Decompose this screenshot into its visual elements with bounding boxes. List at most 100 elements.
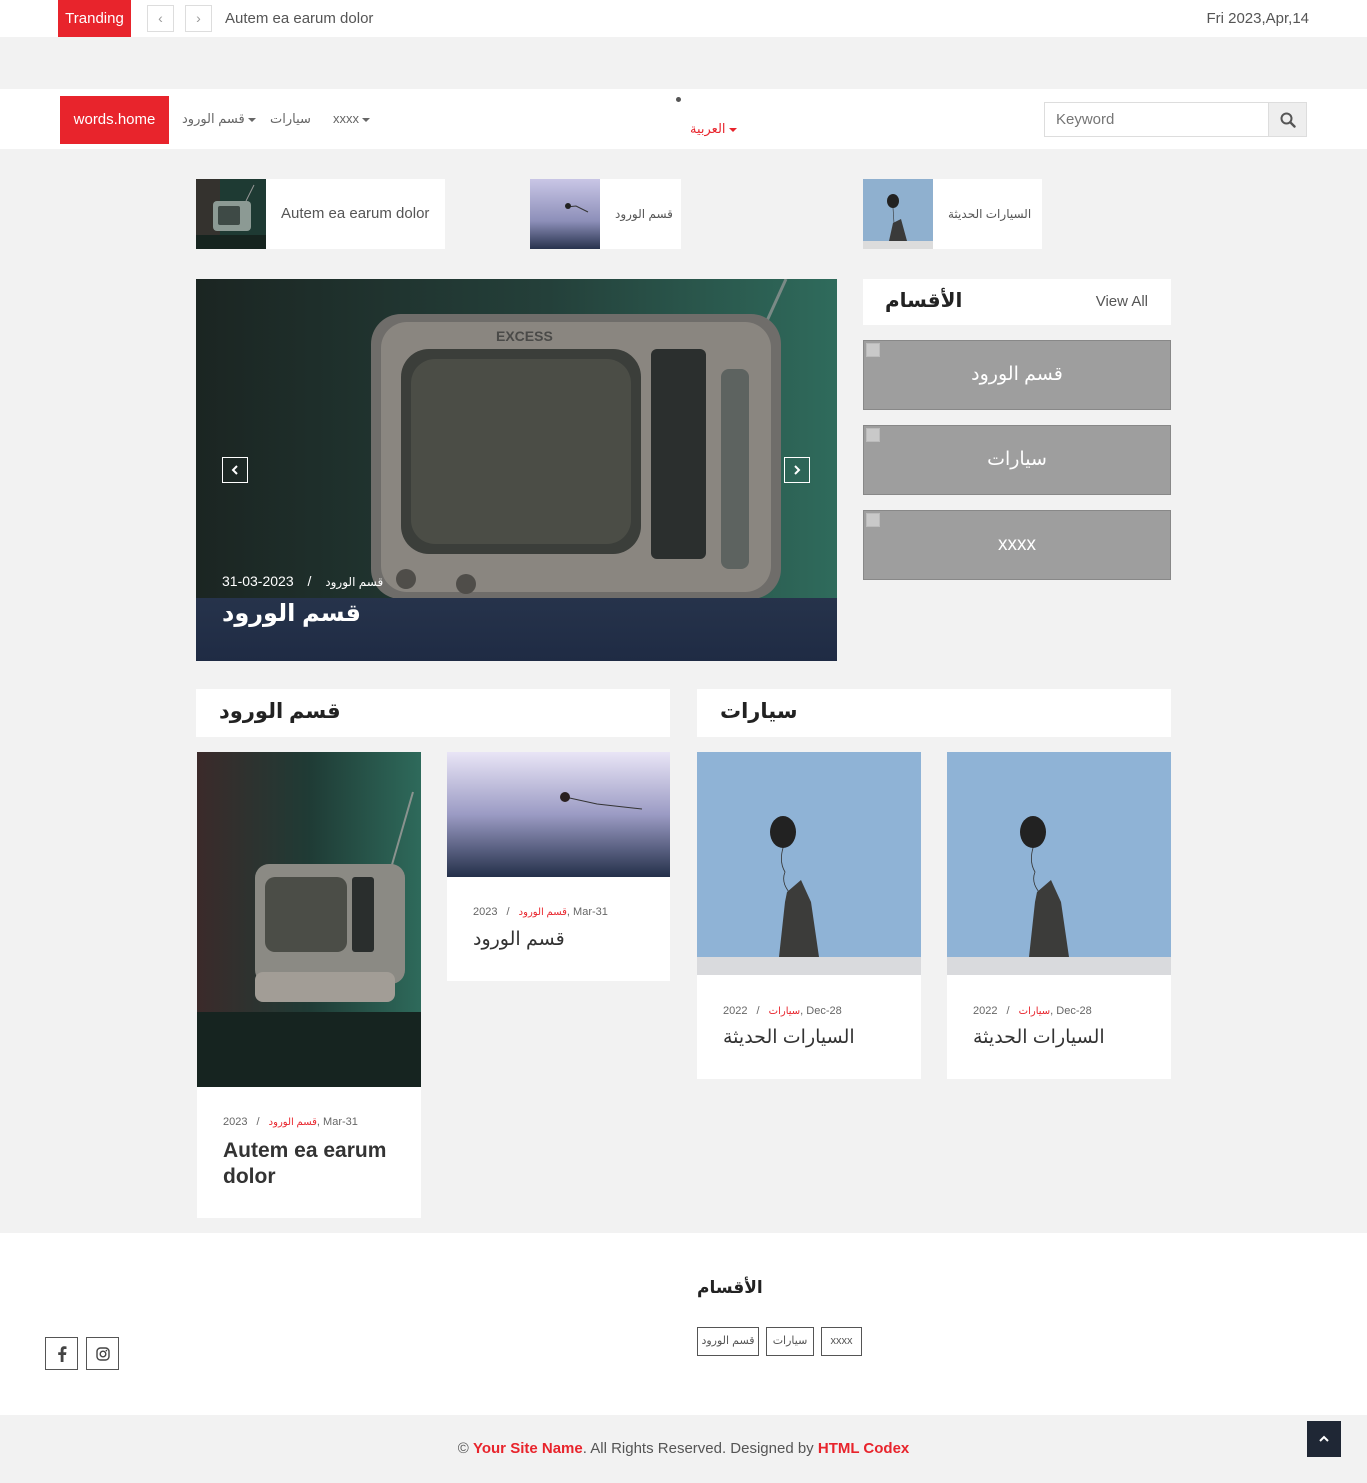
- mini-news-item[interactable]: قسم الورود: [530, 179, 681, 249]
- category-box[interactable]: سيارات: [863, 425, 1171, 495]
- nav-item-label: سيارات: [270, 111, 311, 126]
- language-dropdown[interactable]: العربية: [690, 121, 737, 137]
- card-date: , Dec-28: [1050, 1005, 1092, 1017]
- carousel-category[interactable]: قسم الورود: [325, 575, 383, 589]
- card-year: 2023: [223, 1116, 248, 1128]
- designer-link[interactable]: HTML Codex: [818, 1440, 909, 1457]
- footer-tag[interactable]: سيارات: [766, 1327, 814, 1356]
- card-title[interactable]: قسم الورود: [473, 928, 565, 951]
- card-year: 2023: [473, 906, 498, 918]
- copyright-symbol: ©: [457, 1440, 469, 1457]
- mini-news-item[interactable]: Autem ea earum dolor: [196, 179, 445, 249]
- category-box[interactable]: xxxx: [863, 510, 1171, 580]
- current-date: Fri 2023,Apr,14: [1206, 10, 1309, 27]
- card-year: 2022: [973, 1005, 998, 1017]
- card-date: , Dec-28: [800, 1005, 842, 1017]
- rose-thumbnail: [530, 179, 600, 249]
- section-heading: قسم الورود: [219, 700, 341, 723]
- news-card[interactable]: 2022 / سيارات, Dec-28 السيارات الحديثة: [947, 752, 1171, 1079]
- footer-categories-heading: الأقسام: [697, 1278, 763, 1297]
- trending-headline[interactable]: Autem ea earum dolor: [225, 0, 373, 37]
- card-title[interactable]: السيارات الحديثة: [973, 1026, 1105, 1049]
- mini-news-title: السيارات الحديثة: [948, 207, 1032, 221]
- categories-header: الأقسام View All: [863, 279, 1171, 325]
- meta-separator: /: [506, 906, 510, 918]
- section-header: قسم الورود: [196, 689, 670, 737]
- chevron-left-icon: [231, 465, 238, 475]
- tv-thumbnail: [196, 179, 266, 249]
- card-title[interactable]: Autem ea earum dolor: [223, 1138, 403, 1190]
- carousel-date: 31-03-2023: [222, 573, 294, 589]
- top-bar: Tranding ‹ › Autem ea earum dolor Fri 20…: [0, 0, 1367, 37]
- category-label: قسم الورود: [971, 364, 1063, 385]
- trending-label: Tranding: [58, 0, 131, 37]
- footer-tag[interactable]: قسم الورود: [697, 1327, 759, 1356]
- bullet-dot: [676, 97, 681, 102]
- copyright-bar: © Your Site Name. All Rights Reserved. D…: [0, 1415, 1367, 1483]
- search-button[interactable]: [1268, 102, 1307, 137]
- card-category[interactable]: سيارات: [1019, 1006, 1050, 1017]
- news-card[interactable]: 2023 / قسم الورود, Mar-31 Autem ea earum…: [197, 752, 421, 1218]
- chevron-down-icon: [728, 127, 737, 132]
- carousel-meta: 31-03-2023 / قسم الورود: [222, 573, 383, 589]
- featured-carousel[interactable]: EXCESS 31-03-2023 / قسم الورود قسم الورو…: [196, 279, 837, 661]
- main-navbar: words.home قسم الورود سيارات xxxx العربي…: [0, 89, 1367, 149]
- card-year: 2022: [723, 1005, 748, 1017]
- card-meta: 2022 / سيارات, Dec-28: [723, 1005, 842, 1017]
- meta-separator: /: [256, 1116, 260, 1128]
- meta-separator: /: [1006, 1005, 1010, 1017]
- trending-prev-button[interactable]: ‹: [147, 5, 174, 32]
- carousel-next-button[interactable]: [784, 457, 810, 483]
- card-date: , Mar-31: [566, 906, 608, 918]
- balloon-thumbnail: [863, 179, 933, 249]
- language-label: العربية: [690, 121, 726, 136]
- nav-item-roses[interactable]: قسم الورود: [182, 89, 256, 149]
- nav-item-xxxx[interactable]: xxxx: [333, 89, 370, 149]
- rights-text: . All Rights Reserved. Designed by: [582, 1440, 818, 1457]
- card-meta: 2022 / سيارات, Dec-28: [973, 1005, 1092, 1017]
- card-meta: 2023 / قسم الورود, Mar-31: [473, 906, 608, 918]
- card-category[interactable]: سيارات: [769, 1006, 800, 1017]
- card-title[interactable]: السيارات الحديثة: [723, 1026, 855, 1049]
- instagram-link[interactable]: [86, 1337, 119, 1370]
- facebook-link[interactable]: [45, 1337, 78, 1370]
- site-name-link[interactable]: Your Site Name: [473, 1440, 583, 1457]
- view-all-link[interactable]: View All: [1096, 279, 1148, 325]
- trending-next-button[interactable]: ›: [185, 5, 212, 32]
- chevron-down-icon: [247, 117, 256, 122]
- search-icon: [1280, 112, 1296, 128]
- card-meta: 2023 / قسم الورود, Mar-31: [223, 1116, 358, 1128]
- chevron-up-icon: [1319, 1435, 1329, 1442]
- categories-heading: الأقسام: [885, 290, 963, 312]
- footer-tag[interactable]: xxxx: [821, 1327, 862, 1356]
- carousel-prev-button[interactable]: [222, 457, 248, 483]
- category-box[interactable]: قسم الورود: [863, 340, 1171, 410]
- card-category[interactable]: قسم الورود: [519, 907, 567, 918]
- carousel-title[interactable]: قسم الورود: [222, 599, 361, 628]
- back-to-top-button[interactable]: [1307, 1421, 1341, 1457]
- footer: الأقسام قسم الورود سيارات xxxx: [0, 1233, 1367, 1415]
- brand-logo[interactable]: words.home: [60, 96, 169, 144]
- meta-separator: /: [307, 573, 312, 589]
- instagram-icon: [95, 1347, 110, 1361]
- nav-item-cars[interactable]: سيارات: [270, 89, 311, 149]
- news-card[interactable]: 2022 / سيارات, Dec-28 السيارات الحديثة: [697, 752, 921, 1079]
- category-label: xxxx: [998, 534, 1036, 555]
- chevron-right-icon: [794, 465, 801, 475]
- nav-item-label: xxxx: [333, 111, 359, 126]
- card-date: , Mar-31: [316, 1116, 358, 1128]
- mini-news-title: Autem ea earum dolor: [281, 205, 430, 222]
- tv-card-image: [197, 752, 421, 1087]
- search-input[interactable]: [1044, 102, 1269, 137]
- balloon-card-image: [697, 752, 921, 975]
- card-category[interactable]: قسم الورود: [269, 1117, 317, 1128]
- mini-news-item[interactable]: السيارات الحديثة: [863, 179, 1042, 249]
- svg-text:EXCESS: EXCESS: [496, 328, 553, 344]
- chevron-down-icon: [362, 117, 370, 122]
- category-label: سيارات: [987, 449, 1047, 470]
- meta-separator: /: [756, 1005, 760, 1017]
- balloon-card-image: [947, 752, 1171, 975]
- rose-card-image: [447, 752, 670, 877]
- news-card[interactable]: 2023 / قسم الورود, Mar-31 قسم الورود: [447, 752, 670, 981]
- copyright-text: © Your Site Name. All Rights Reserved. D…: [0, 1415, 1367, 1483]
